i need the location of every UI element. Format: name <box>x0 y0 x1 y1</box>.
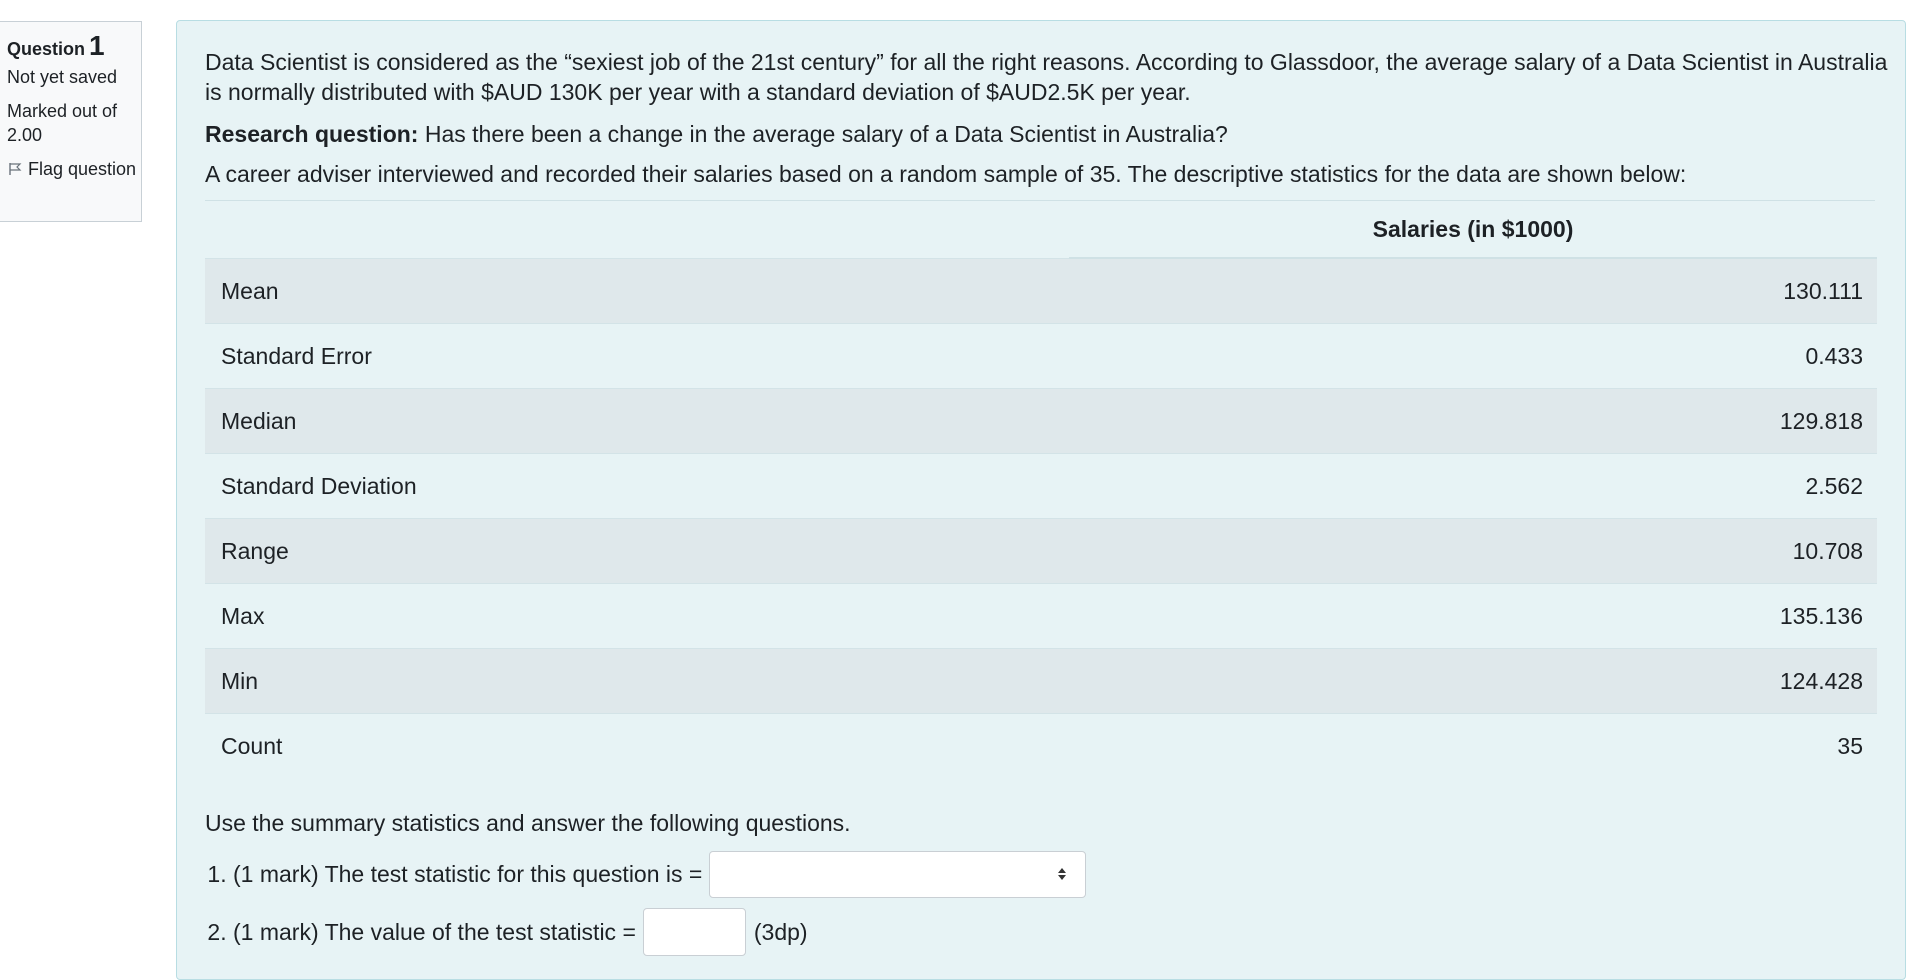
stat-label: Count <box>205 713 1069 778</box>
test-statistic-value-input[interactable] <box>642 908 746 956</box>
question-info-panel: Question 1 Not yet saved Marked out of 2… <box>0 21 142 222</box>
table-row: Median 129.818 <box>205 388 1877 454</box>
flag-icon <box>9 163 22 175</box>
question-part-1: (1 mark) The test statistic for this que… <box>233 850 1875 898</box>
test-statistic-select[interactable] <box>709 850 1087 898</box>
table-row: Mean 130.111 <box>205 257 1877 324</box>
question-number: 1 <box>89 30 105 61</box>
question-grade: Marked out of 2.00 <box>7 101 118 145</box>
part-2-text: (1 mark) The value of the test statistic… <box>233 919 636 945</box>
flag-question-link[interactable]: Flag question <box>7 157 141 181</box>
stat-value: 129.818 <box>1069 388 1877 454</box>
question-content: Data Scientist is considered as the “sex… <box>176 20 1906 980</box>
stat-label: Standard Deviation <box>205 453 1069 519</box>
question-intro: Data Scientist is considered as the “sex… <box>205 49 1888 105</box>
table-row: Standard Deviation 2.562 <box>205 453 1877 519</box>
stat-label: Min <box>205 648 1069 714</box>
table-row: Min 124.428 <box>205 648 1877 714</box>
sample-description: A career adviser interviewed and recorde… <box>205 161 1687 187</box>
flag-question-label: Flag question <box>28 159 137 179</box>
stat-value: 124.428 <box>1069 648 1877 714</box>
part-1-text: (1 mark) The test statistic for this que… <box>233 861 703 887</box>
stat-label: Standard Error <box>205 323 1069 389</box>
table-row: Range 10.708 <box>205 518 1877 584</box>
question-word: Question <box>7 39 86 59</box>
stat-label: Median <box>205 388 1069 454</box>
table-header-row: Salaries (in $1000) <box>205 201 1877 259</box>
research-question: Research question: Has there been a chan… <box>205 119 1875 149</box>
question-parts-list: (1 mark) The test statistic for this que… <box>205 850 1875 956</box>
decimal-places-hint: (3dp) <box>753 919 808 945</box>
stat-value: 2.562 <box>1069 453 1877 519</box>
stat-value: 135.136 <box>1069 583 1877 649</box>
select-arrows-icon <box>1058 868 1067 880</box>
stat-value: 35 <box>1069 713 1877 778</box>
instruction-text: Use the summary statistics and answer th… <box>205 810 851 836</box>
table-row: Max 135.136 <box>205 583 1877 649</box>
question-part-2: (1 mark) The value of the test statistic… <box>233 908 1875 956</box>
question-state: Not yet saved <box>7 67 118 87</box>
stat-label: Mean <box>205 257 1069 324</box>
table-header-blank <box>205 201 1069 258</box>
question-number-heading: Question 1 <box>7 32 141 61</box>
stat-label: Range <box>205 518 1069 584</box>
stat-value: 10.708 <box>1069 518 1877 584</box>
stat-value: 0.433 <box>1069 323 1877 389</box>
stat-value: 130.111 <box>1069 257 1877 324</box>
stat-label: Max <box>205 583 1069 649</box>
table-row: Standard Error 0.433 <box>205 323 1877 389</box>
research-question-text: Has there been a change in the average s… <box>418 121 1228 147</box>
research-question-label: Research question: <box>205 121 419 147</box>
table-header-salaries: Salaries (in $1000) <box>1069 201 1877 259</box>
descriptive-stats-table: Salaries (in $1000) Mean 130.111 Standar… <box>205 201 1877 778</box>
table-row: Count 35 <box>205 713 1877 778</box>
